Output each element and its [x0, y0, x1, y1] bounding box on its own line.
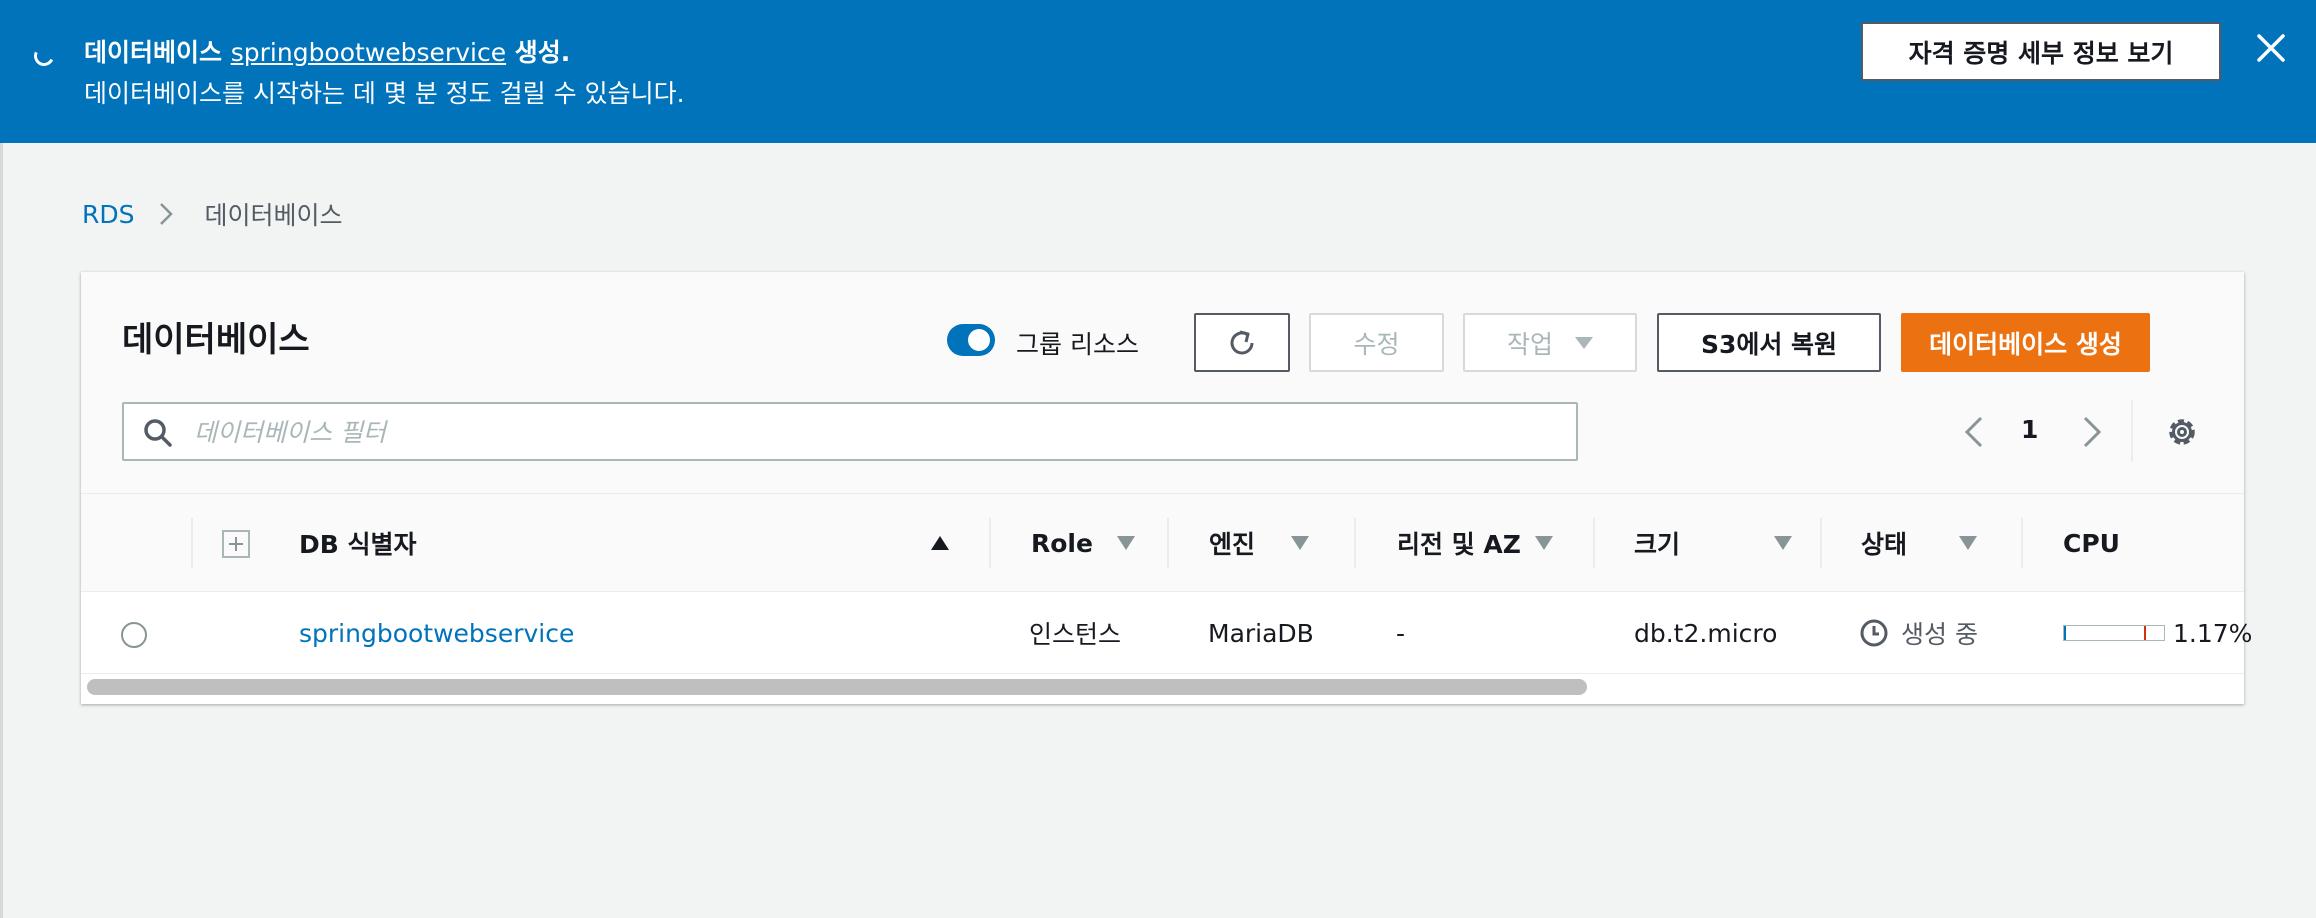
- cell-status: 생성 중: [1859, 592, 1978, 674]
- banner-title-prefix: 데이터베이스: [84, 38, 223, 67]
- clock-icon: [1860, 619, 1888, 647]
- col-size[interactable]: 크기: [1634, 494, 1793, 592]
- modify-button[interactable]: 수정: [1309, 313, 1444, 372]
- cell-db-identifier: springbootwebservice: [299, 592, 574, 674]
- status-text: 생성 중: [1901, 620, 1978, 649]
- cell-cpu: 1.17%: [2063, 592, 2252, 674]
- group-resources-toggle[interactable]: [947, 324, 995, 356]
- col-db-identifier[interactable]: DB 식별자: [299, 494, 417, 592]
- col-status-label: 상태: [1861, 530, 1908, 559]
- col-role[interactable]: Role: [1031, 494, 1135, 592]
- horizontal-scrollbar[interactable]: [87, 679, 1587, 695]
- breadcrumb-rds-link[interactable]: RDS: [82, 200, 135, 229]
- col-engine[interactable]: 엔진: [1209, 494, 1310, 592]
- cell-size: db.t2.micro: [1634, 618, 1778, 648]
- filter-input[interactable]: [194, 412, 1554, 452]
- sort-caret-icon: [1774, 536, 1793, 550]
- refresh-icon: [1230, 330, 1254, 354]
- col-cpu[interactable]: CPU: [2063, 494, 2120, 592]
- expand-all-icon[interactable]: [222, 530, 250, 558]
- cell-role: 인스턴스: [1029, 620, 1122, 649]
- column-divider: [989, 518, 991, 568]
- col-role-label: Role: [1031, 528, 1093, 558]
- sort-caret-icon: [1959, 536, 1978, 550]
- chevron-right-icon: [159, 203, 173, 225]
- col-db-identifier-label: DB 식별자: [299, 530, 417, 559]
- cell-region: -: [1396, 618, 1406, 648]
- chevron-right-icon[interactable]: [2081, 412, 2105, 452]
- column-divider: [1593, 518, 1595, 568]
- breadcrumb-current: 데이터베이스: [204, 201, 343, 230]
- databases-panel: 데이터베이스 그룹 리소스 수정 작업 S3에서 복원 데이터베이스 생성 1: [81, 272, 2252, 704]
- view-credentials-button[interactable]: 자격 증명 세부 정보 보기: [1861, 22, 2221, 81]
- caret-down-icon: [1575, 336, 1593, 349]
- col-engine-label: 엔진: [1209, 530, 1256, 559]
- cpu-usage-fill: [2064, 626, 2066, 640]
- column-divider: [1167, 518, 1169, 568]
- group-resources-label: 그룹 리소스: [1016, 330, 1139, 359]
- col-region-az[interactable]: 리전 및 AZ: [1397, 494, 1553, 592]
- create-database-button[interactable]: 데이터베이스 생성: [1901, 313, 2150, 372]
- column-divider: [2021, 518, 2023, 568]
- sort-caret-icon: [1291, 536, 1310, 550]
- pager-divider: [2131, 400, 2133, 462]
- column-divider: [1354, 518, 1356, 568]
- col-size-label: 크기: [1634, 530, 1681, 559]
- close-icon[interactable]: [2253, 30, 2289, 66]
- breadcrumb: RDS 데이터베이스: [82, 196, 343, 232]
- sort-caret-icon: [1534, 536, 1553, 550]
- cell-engine: MariaDB: [1208, 618, 1314, 648]
- col-status[interactable]: 상태: [1861, 494, 1978, 592]
- table-header: DB 식별자 Role 엔진 리전 및 AZ 크기 상태 CPU: [81, 494, 2244, 592]
- gear-icon[interactable]: [2164, 414, 2200, 450]
- banner-title-suffix: 생성.: [514, 38, 571, 67]
- table-row: springbootwebservice 인스턴스 MariaDB - db.t…: [81, 592, 2252, 674]
- cpu-value: 1.17%: [2173, 618, 2253, 648]
- panel-title: 데이터베이스: [122, 320, 310, 360]
- cpu-threshold-marker: [2144, 626, 2146, 640]
- search-icon: [144, 419, 172, 447]
- actions-dropdown[interactable]: 작업: [1463, 313, 1637, 372]
- loading-spinner-icon: [31, 43, 57, 69]
- col-region-az-label: 리전 및 AZ: [1397, 530, 1521, 559]
- database-filter: [122, 402, 1578, 461]
- banner-title: 데이터베이스 springbootwebservice 생성.: [84, 33, 570, 69]
- row-select-radio[interactable]: [121, 622, 147, 648]
- actions-label: 작업: [1506, 329, 1553, 359]
- db-identifier-link[interactable]: springbootwebservice: [299, 619, 574, 648]
- creation-flash-banner: 데이터베이스 springbootwebservice 생성. 데이터베이스를 …: [0, 0, 2316, 143]
- chevron-left-icon[interactable]: [1961, 412, 1985, 452]
- panel-header: 데이터베이스 그룹 리소스 수정 작업 S3에서 복원 데이터베이스 생성 1: [81, 272, 2244, 494]
- restore-from-s3-button[interactable]: S3에서 복원: [1657, 313, 1881, 372]
- banner-db-link[interactable]: springbootwebservice: [231, 38, 506, 67]
- column-divider: [191, 518, 193, 568]
- col-cpu-label: CPU: [2063, 528, 2120, 558]
- cpu-usage-bar: [2063, 625, 2165, 641]
- sort-ascending-icon[interactable]: [931, 536, 949, 550]
- banner-message: 데이터베이스를 시작하는 데 몇 분 정도 걸릴 수 있습니다.: [84, 79, 685, 108]
- refresh-button[interactable]: [1194, 313, 1290, 372]
- column-divider: [1820, 518, 1822, 568]
- current-page[interactable]: 1: [2021, 415, 2038, 444]
- sort-caret-icon: [1116, 536, 1135, 550]
